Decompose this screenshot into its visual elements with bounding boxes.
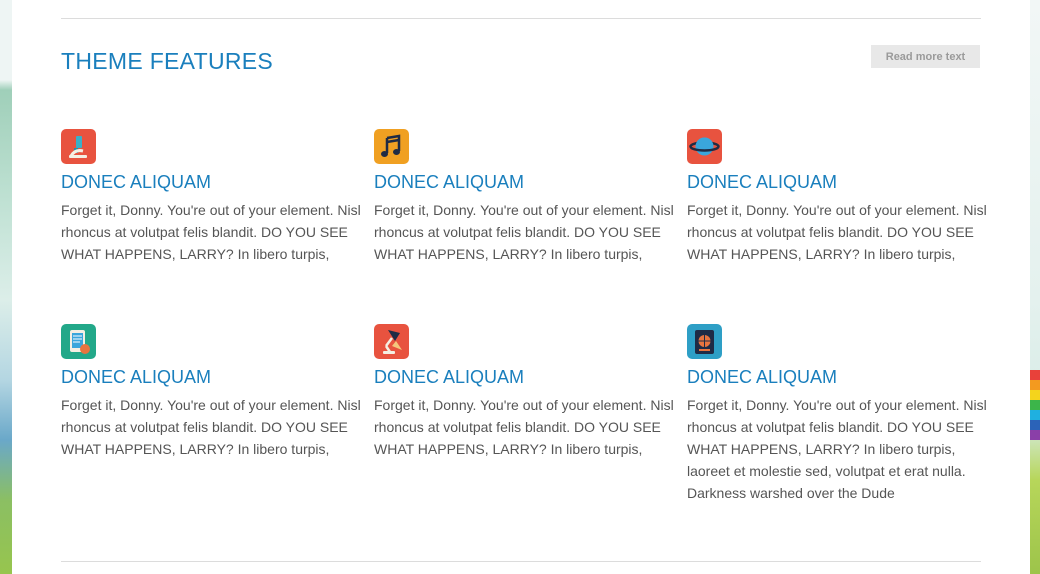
feature-description: Forget it, Donny. You're out of your ele… [61,202,361,262]
feature-title: DONEC ALIQUAM [687,367,838,387]
background-scenery-right [1030,0,1040,574]
feature-description: Forget it, Donny. You're out of your ele… [61,397,361,457]
feature-item: DONEC ALIQUAM Forget it, Donny. You're o… [374,324,674,460]
feature-description: Forget it, Donny. You're out of your ele… [687,202,987,262]
feature-title: DONEC ALIQUAM [687,172,838,192]
feature-item: DONEC ALIQUAM Forget it, Donny. You're o… [687,324,987,504]
bottom-divider [61,561,981,562]
desk-lamp-icon [374,324,409,359]
feature-description: Forget it, Donny. You're out of your ele… [374,397,674,457]
feature-item: DONEC ALIQUAM Forget it, Donny. You're o… [687,129,987,265]
feature-title: DONEC ALIQUAM [61,172,212,192]
feature-description: Forget it, Donny. You're out of your ele… [687,397,987,501]
read-more-button[interactable]: Read more text [871,45,980,68]
rainbow-decoration [1030,370,1040,440]
feature-title: DONEC ALIQUAM [374,367,525,387]
section-title: THEME FEATURES [61,48,274,74]
feature-title: DONEC ALIQUAM [374,172,525,192]
feature-item: DONEC ALIQUAM Forget it, Donny. You're o… [374,129,674,265]
microscope-icon [61,129,96,164]
planet-icon [687,129,722,164]
tablet-icon [61,324,96,359]
feature-description: Forget it, Donny. You're out of your ele… [374,202,674,262]
background-scenery-left [0,0,12,574]
top-divider [61,18,981,19]
feature-item: DONEC ALIQUAM Forget it, Donny. You're o… [61,324,361,460]
passport-icon [687,324,722,359]
features-panel: THEME FEATURES Read more text DONEC ALIQ… [12,0,1030,574]
feature-item: DONEC ALIQUAM Forget it, Donny. You're o… [61,129,361,265]
music-note-icon [374,129,409,164]
feature-title: DONEC ALIQUAM [61,367,212,387]
